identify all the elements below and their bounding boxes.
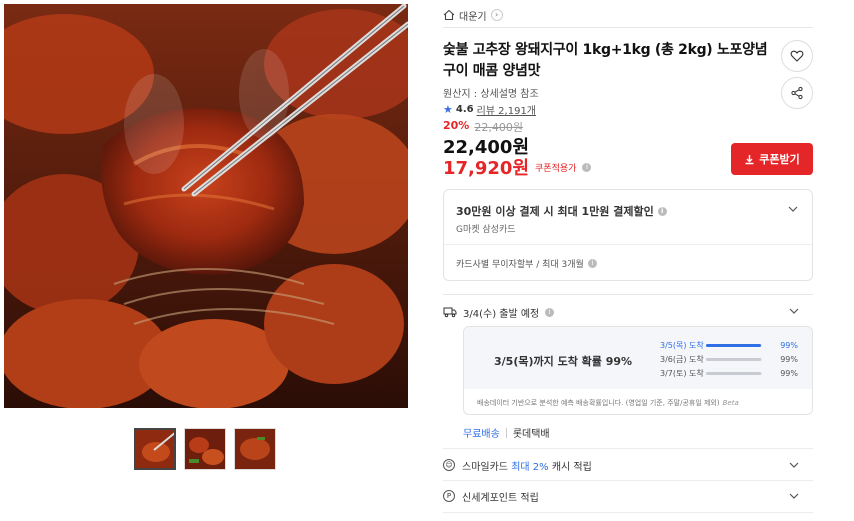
home-icon xyxy=(443,9,455,21)
chevron-down-icon[interactable] xyxy=(788,204,798,214)
probability-pct: 99% xyxy=(780,368,798,378)
smilecard-prefix: 스마일카드 xyxy=(462,461,512,473)
heart-icon xyxy=(790,50,804,62)
smilecard-benefit-text: 스마일카드 최대 2% 캐시 적립 xyxy=(462,458,592,473)
delivery-probability-box: 3/5(목)까지 도착 확률 99% 3/5(목) 도착 99% 3/6(금) … xyxy=(463,326,813,415)
share-button[interactable] xyxy=(781,77,813,109)
probability-date: 3/6(금) 도착 xyxy=(660,354,704,364)
divider xyxy=(505,427,507,438)
truck-icon xyxy=(443,307,457,318)
probability-date: 3/5(목) 도착 xyxy=(660,340,704,350)
shipping-depart: 3/4(수) 출발 예정 xyxy=(463,308,540,320)
info-icon[interactable]: i xyxy=(657,206,667,216)
share-icon xyxy=(791,86,803,100)
rating-score: 4.6 xyxy=(455,104,474,115)
brand-name: 대운기 xyxy=(459,11,487,23)
probability-item: 3/7(토) 도착 99% xyxy=(660,366,800,380)
coupon-button-label: 쿠폰받기 xyxy=(759,153,800,166)
divider xyxy=(443,512,813,513)
coupon-button[interactable]: 쿠폰받기 xyxy=(731,143,813,175)
carrier-name: 롯데택배 xyxy=(512,429,550,440)
card-discount-box[interactable]: 30만원 이상 결제 시 최대 1만원 결제할인 i G마켓 삼성카드 카드사별… xyxy=(443,189,813,281)
probability-main: 3/5(목)까지 도착 확률 99% xyxy=(494,355,633,368)
probability-bar xyxy=(706,371,762,375)
probability-item: 3/6(금) 도착 99% xyxy=(660,352,800,366)
divider xyxy=(443,27,813,28)
probability-date: 3/7(토) 도착 xyxy=(660,368,704,378)
chevron-down-icon[interactable] xyxy=(789,491,799,501)
divider xyxy=(443,480,813,481)
product-main-image xyxy=(4,4,408,408)
review-count-link[interactable]: 리뷰 2,191개 xyxy=(477,102,536,117)
thumbnail-1[interactable] xyxy=(134,428,176,470)
divider xyxy=(443,448,813,449)
probability-pct: 99% xyxy=(780,354,798,364)
chevron-right-icon: › xyxy=(490,9,503,21)
probability-note-text: 배송데이터 기반으로 분석한 예측 배송확률입니다. (영업일 기준, 주말/공… xyxy=(477,399,720,407)
coupon-price-row: 17,920원 쿠폰적용가 i xyxy=(443,154,592,180)
info-icon[interactable]: i xyxy=(582,162,592,172)
origin-info: 원산지 : 상세설명 참조 xyxy=(443,89,539,100)
carrier-row: 무료배송 롯데택배 xyxy=(463,425,550,440)
card-discount-text: 30만원 이상 결제 시 최대 1만원 결제할인 xyxy=(456,205,654,218)
chevron-down-icon[interactable] xyxy=(789,306,799,316)
probability-note: 배송데이터 기반으로 분석한 예측 배송확률입니다. (영업일 기준, 주말/공… xyxy=(477,398,739,408)
download-icon xyxy=(745,154,754,164)
point-icon: P xyxy=(443,490,455,502)
smilecard-benefit-row[interactable]: ☺ 스마일카드 최대 2% 캐시 적립 xyxy=(443,455,813,475)
card-discount-main: 30만원 이상 결제 시 최대 1만원 결제할인 i xyxy=(456,203,667,219)
probability-fill xyxy=(706,371,762,375)
coupon-price-label: 쿠폰적용가 xyxy=(535,163,577,174)
thumbnail-3[interactable] xyxy=(234,428,276,470)
brand-link[interactable]: 대운기 › xyxy=(443,7,503,23)
installment-text: 카드사별 무이자할부 / 최대 3개월 xyxy=(456,260,584,270)
product-title: 숯불 고추장 왕돼지구이 1kg+1kg (총 2kg) 노포양념구이 매콤 양… xyxy=(443,42,768,79)
free-shipping-label: 무료배송 xyxy=(463,429,500,440)
probability-fill xyxy=(706,357,762,361)
smilecard-suffix: 캐시 적립 xyxy=(548,461,592,473)
coupon-price: 17,920원 xyxy=(443,158,530,179)
thumbnail-2[interactable] xyxy=(184,428,226,470)
rating-row: ★ 4.6 리뷰 2,191개 xyxy=(443,102,536,117)
probability-pct: 99% xyxy=(780,340,798,350)
info-icon[interactable]: i xyxy=(587,259,597,268)
probability-bar xyxy=(706,357,762,361)
smile-icon: ☺ xyxy=(443,459,455,471)
thumbnail-strip xyxy=(134,428,276,470)
shipping-row[interactable]: 3/4(수) 출발 예정 i xyxy=(443,303,813,321)
shinsegae-benefit-row[interactable]: P 신세계포인트 적립 xyxy=(443,486,813,506)
installment-info: 카드사별 무이자할부 / 최대 3개월 i xyxy=(456,257,597,270)
shinsegae-benefit-text: 신세계포인트 적립 xyxy=(462,492,539,504)
probability-item: 3/5(목) 도착 99% xyxy=(660,338,800,352)
smilecard-highlight: 최대 2% xyxy=(511,461,549,473)
card-discount-sub: G마켓 삼성카드 xyxy=(456,225,516,235)
probability-bar xyxy=(706,343,762,347)
beta-badge: Beta xyxy=(722,399,739,407)
probability-list: 3/5(목) 도착 99% 3/6(금) 도착 99% 3/7(토) 도착 99… xyxy=(660,338,800,380)
star-icon: ★ xyxy=(443,103,453,116)
probability-fill xyxy=(706,343,762,347)
info-icon[interactable]: i xyxy=(545,307,555,317)
divider xyxy=(444,244,812,245)
divider xyxy=(443,294,813,295)
chevron-down-icon[interactable] xyxy=(789,460,799,470)
wishlist-button[interactable] xyxy=(781,40,813,72)
